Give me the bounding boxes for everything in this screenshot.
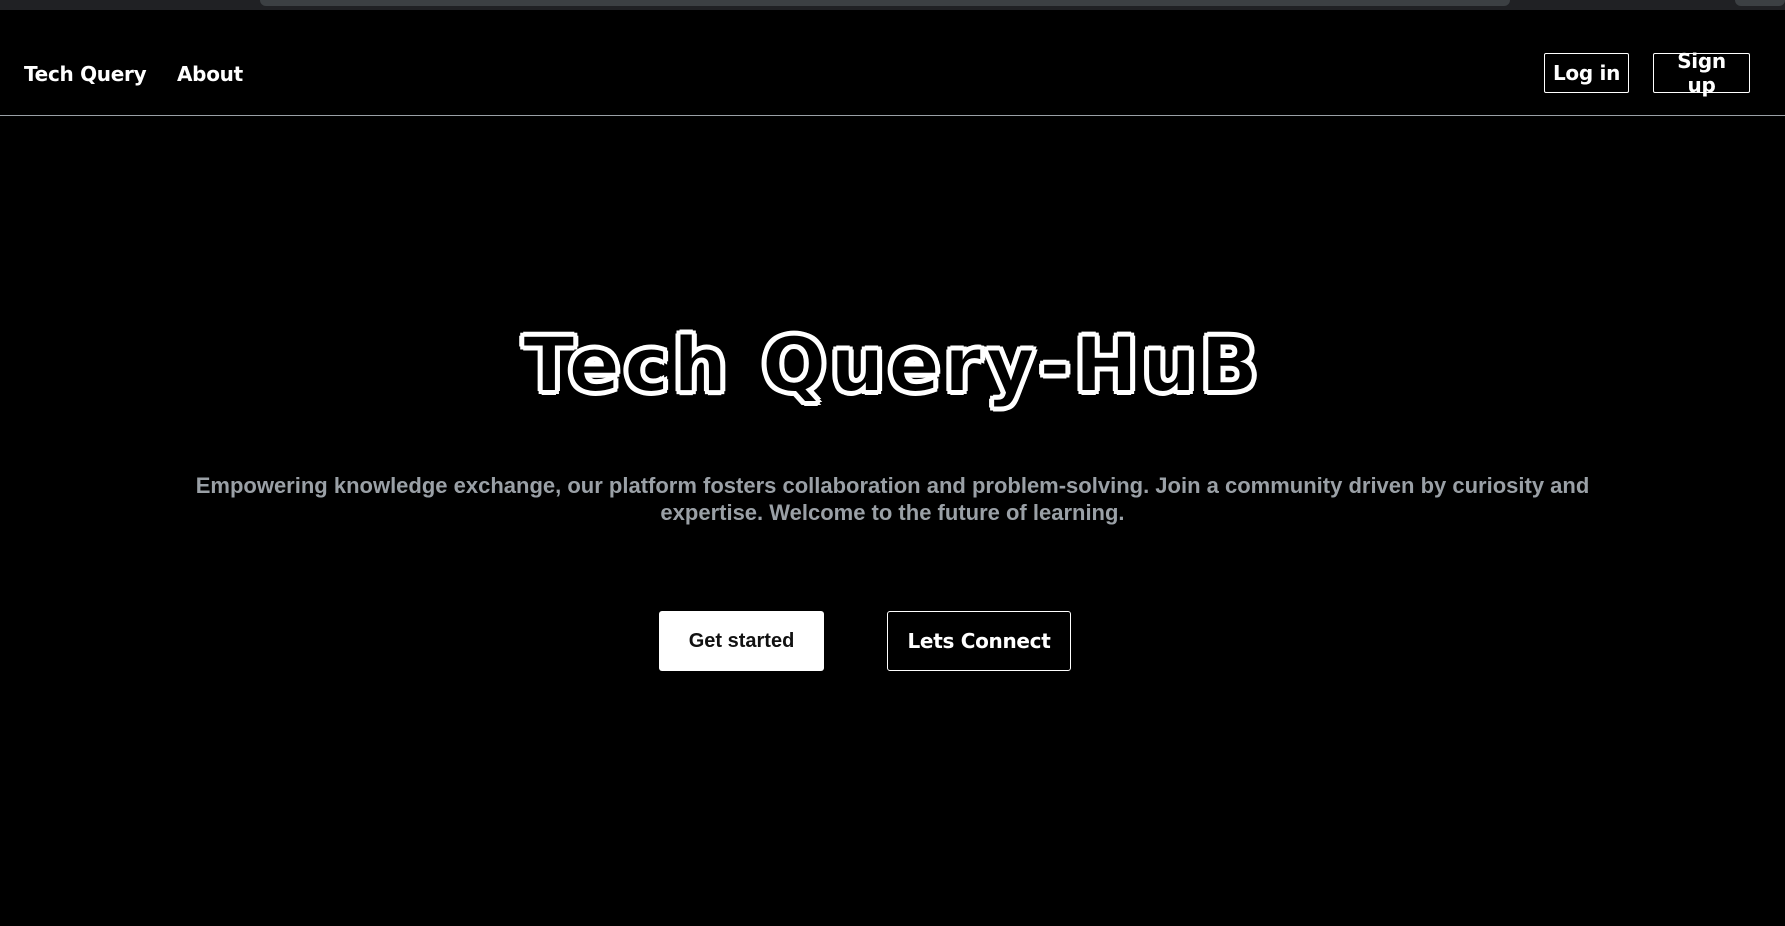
about-link[interactable]: About bbox=[177, 62, 243, 86]
lets-connect-button[interactable]: Lets Connect bbox=[887, 611, 1071, 671]
signup-button[interactable]: Sign up bbox=[1653, 49, 1750, 97]
brand-link[interactable]: Tech Query bbox=[24, 62, 147, 86]
browser-top-strip bbox=[0, 0, 1785, 10]
get-started-button[interactable]: Get started bbox=[659, 611, 824, 671]
top-navbar: Tech Query About Log in Sign up bbox=[0, 10, 1785, 116]
window-edge-control bbox=[1735, 0, 1785, 6]
hero-subtitle: Empowering knowledge exchange, our platf… bbox=[195, 473, 1590, 525]
hero-title: Tech Query-HuB bbox=[522, 319, 1263, 410]
login-button[interactable]: Log in bbox=[1544, 53, 1629, 93]
horizontal-scrollbar-thumb[interactable] bbox=[260, 0, 1510, 6]
